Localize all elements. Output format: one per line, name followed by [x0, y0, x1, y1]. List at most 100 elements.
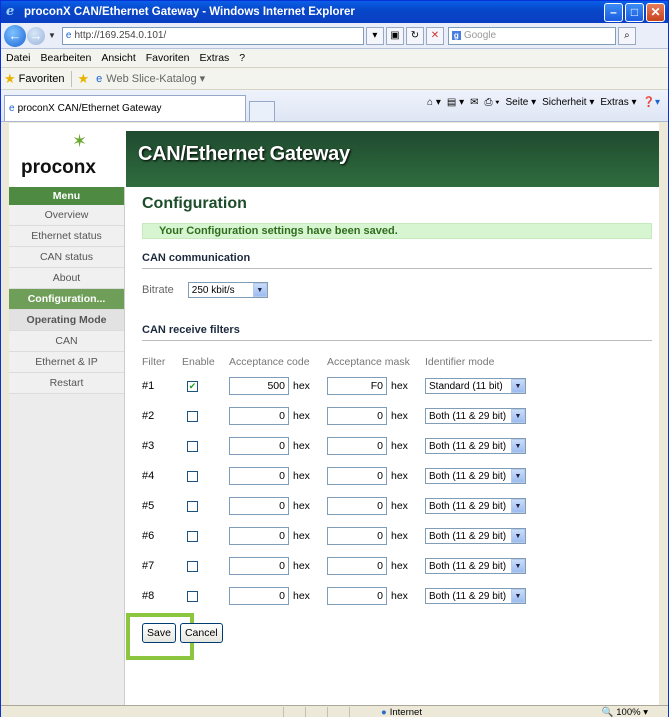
- enable-checkbox[interactable]: [187, 470, 198, 482]
- chevron-down-icon: ▼: [511, 529, 525, 543]
- acceptance-mask-input[interactable]: F0: [327, 377, 387, 395]
- enable-checkbox[interactable]: [187, 410, 198, 422]
- acceptance-code-input[interactable]: 0: [229, 497, 289, 515]
- extras-menu[interactable]: Extras ▾: [600, 97, 636, 108]
- address-input[interactable]: e http://169.254.0.101/: [61, 26, 364, 45]
- forward-button[interactable]: →: [27, 26, 45, 45]
- search-input[interactable]: g Google: [447, 26, 616, 45]
- menu-datei[interactable]: Datei: [6, 52, 31, 64]
- close-button[interactable]: ✕: [646, 2, 665, 22]
- web-slice-link[interactable]: Web Slice-Katalog ▾: [106, 72, 205, 85]
- identifier-mode-select[interactable]: Both (11 & 29 bit) ▼: [425, 498, 526, 514]
- identifier-mode-value: Both (11 & 29 bit): [429, 470, 507, 482]
- sidebar-item-can[interactable]: CAN: [9, 331, 124, 352]
- bitrate-label: Bitrate: [142, 284, 174, 296]
- home-icon[interactable]: ⌂ ▾: [427, 97, 441, 108]
- menu-ansicht[interactable]: Ansicht: [101, 52, 135, 64]
- hex-label: hex: [391, 410, 408, 422]
- acceptance-mask-input[interactable]: 0: [327, 437, 387, 455]
- new-tab-button[interactable]: [249, 101, 275, 121]
- chevron-down-icon: ▼: [511, 379, 525, 393]
- enable-checkbox[interactable]: [187, 590, 198, 602]
- acceptance-code-input[interactable]: 0: [229, 527, 289, 545]
- favorites-button[interactable]: ★ Favoriten: [4, 71, 65, 87]
- enable-cell: [182, 410, 229, 422]
- enable-checkbox[interactable]: ✔: [187, 380, 198, 392]
- sidebar-item-restart[interactable]: Restart: [9, 373, 124, 394]
- sidebar-item-about[interactable]: About: [9, 268, 124, 289]
- add-favorite-icon[interactable]: ★: [78, 71, 90, 87]
- cancel-button[interactable]: Cancel: [179, 623, 223, 643]
- save-button[interactable]: Save: [142, 623, 176, 643]
- identifier-mode-select[interactable]: Both (11 & 29 bit) ▼: [425, 408, 526, 424]
- help-icon[interactable]: ❓▾: [643, 97, 660, 108]
- enable-checkbox[interactable]: [187, 440, 198, 452]
- mode-cell: Both (11 & 29 bit) ▼: [425, 438, 530, 454]
- page-menu[interactable]: Seite ▾: [506, 97, 537, 108]
- hex-label: hex: [391, 530, 408, 542]
- acceptance-code-input[interactable]: 0: [229, 407, 289, 425]
- browser-window: e proconX CAN/Ethernet Gateway - Windows…: [0, 0, 669, 717]
- menu-bearbeiten[interactable]: Bearbeiten: [41, 52, 92, 64]
- menu-favoriten[interactable]: Favoriten: [146, 52, 190, 64]
- code-cell: 0 hex: [229, 407, 327, 425]
- menu-help[interactable]: ?: [239, 52, 245, 64]
- identifier-mode-select[interactable]: Standard (11 bit) ▼: [425, 378, 526, 394]
- identifier-mode-select[interactable]: Both (11 & 29 bit) ▼: [425, 558, 526, 574]
- column-header: Acceptance code: [229, 356, 310, 368]
- acceptance-mask-input[interactable]: 0: [327, 467, 387, 485]
- back-button[interactable]: ←: [4, 24, 26, 47]
- sidebar-item-configuration[interactable]: Configuration...: [9, 289, 124, 310]
- identifier-mode-select[interactable]: Both (11 & 29 bit) ▼: [425, 528, 526, 544]
- enable-cell: ✔: [182, 380, 229, 392]
- sidebar-item-overview[interactable]: Overview: [9, 205, 124, 226]
- address-text: http://169.254.0.101/: [74, 30, 167, 41]
- acceptance-code-input[interactable]: 0: [229, 437, 289, 455]
- sidebar-item-can-status[interactable]: CAN status: [9, 247, 124, 268]
- tab-gateway[interactable]: e proconX CAN/Ethernet Gateway: [4, 95, 246, 121]
- enable-checkbox[interactable]: [187, 560, 198, 572]
- identifier-mode-select[interactable]: Both (11 & 29 bit) ▼: [425, 438, 526, 454]
- chevron-down-icon: ▼: [511, 589, 525, 603]
- enable-cell: [182, 590, 229, 602]
- minimize-button[interactable]: –: [604, 2, 623, 22]
- acceptance-mask-input[interactable]: 0: [327, 407, 387, 425]
- enable-checkbox[interactable]: [187, 500, 198, 512]
- history-dropdown-icon[interactable]: ▼: [48, 31, 56, 40]
- table-row: #2 0 hex 0 hex Both (11 & 29 bit) ▼: [142, 401, 652, 431]
- mail-icon[interactable]: ✉: [470, 97, 478, 108]
- print-icon[interactable]: ⎙ ▾: [485, 97, 500, 108]
- compat-view-icon[interactable]: ▣: [385, 26, 404, 45]
- mode-cell: Both (11 & 29 bit) ▼: [425, 498, 530, 514]
- maximize-button[interactable]: □: [625, 2, 644, 22]
- security-menu[interactable]: Sicherheit ▾: [542, 97, 594, 108]
- search-icon[interactable]: ⌕: [617, 26, 636, 45]
- acceptance-code-input[interactable]: 0: [229, 467, 289, 485]
- sidebar-item-ethernet-status[interactable]: Ethernet status: [9, 226, 124, 247]
- stop-icon[interactable]: ✕: [425, 26, 444, 45]
- filter-id: #4: [142, 470, 155, 482]
- acceptance-code-input[interactable]: 500: [229, 377, 289, 395]
- zoom-control[interactable]: 🔍 100% ▾: [602, 707, 648, 717]
- status-bar: ● Internet 🔍 100% ▾: [1, 705, 668, 717]
- sidebar-item-ethernet-ip[interactable]: Ethernet & IP: [9, 352, 124, 373]
- acceptance-mask-input[interactable]: 0: [327, 497, 387, 515]
- table-row: #1 ✔ 500 hex F0 hex Standard (11 bit) ▼: [142, 371, 652, 401]
- menu-extras[interactable]: Extras: [200, 52, 230, 64]
- acceptance-mask-input[interactable]: 0: [327, 587, 387, 605]
- enable-checkbox[interactable]: [187, 530, 198, 542]
- acceptance-code-input[interactable]: 0: [229, 587, 289, 605]
- identifier-mode-value: Both (11 & 29 bit): [429, 560, 507, 572]
- identifier-mode-select[interactable]: Both (11 & 29 bit) ▼: [425, 468, 526, 484]
- acceptance-code-input[interactable]: 0: [229, 557, 289, 575]
- mode-cell: Both (11 & 29 bit) ▼: [425, 468, 530, 484]
- bitrate-select[interactable]: 250 kbit/s ▼: [187, 282, 268, 298]
- section-heading-can-communication: CAN communication: [142, 252, 652, 269]
- sidebar-item-operating-mode[interactable]: Operating Mode: [9, 310, 124, 331]
- address-dropdown-icon[interactable]: ▾: [365, 26, 384, 45]
- identifier-mode-select[interactable]: Both (11 & 29 bit) ▼: [425, 588, 526, 604]
- acceptance-mask-input[interactable]: 0: [327, 527, 387, 545]
- refresh-icon[interactable]: ↻: [405, 26, 424, 45]
- feeds-icon[interactable]: ▤ ▾: [447, 97, 464, 108]
- acceptance-mask-input[interactable]: 0: [327, 557, 387, 575]
